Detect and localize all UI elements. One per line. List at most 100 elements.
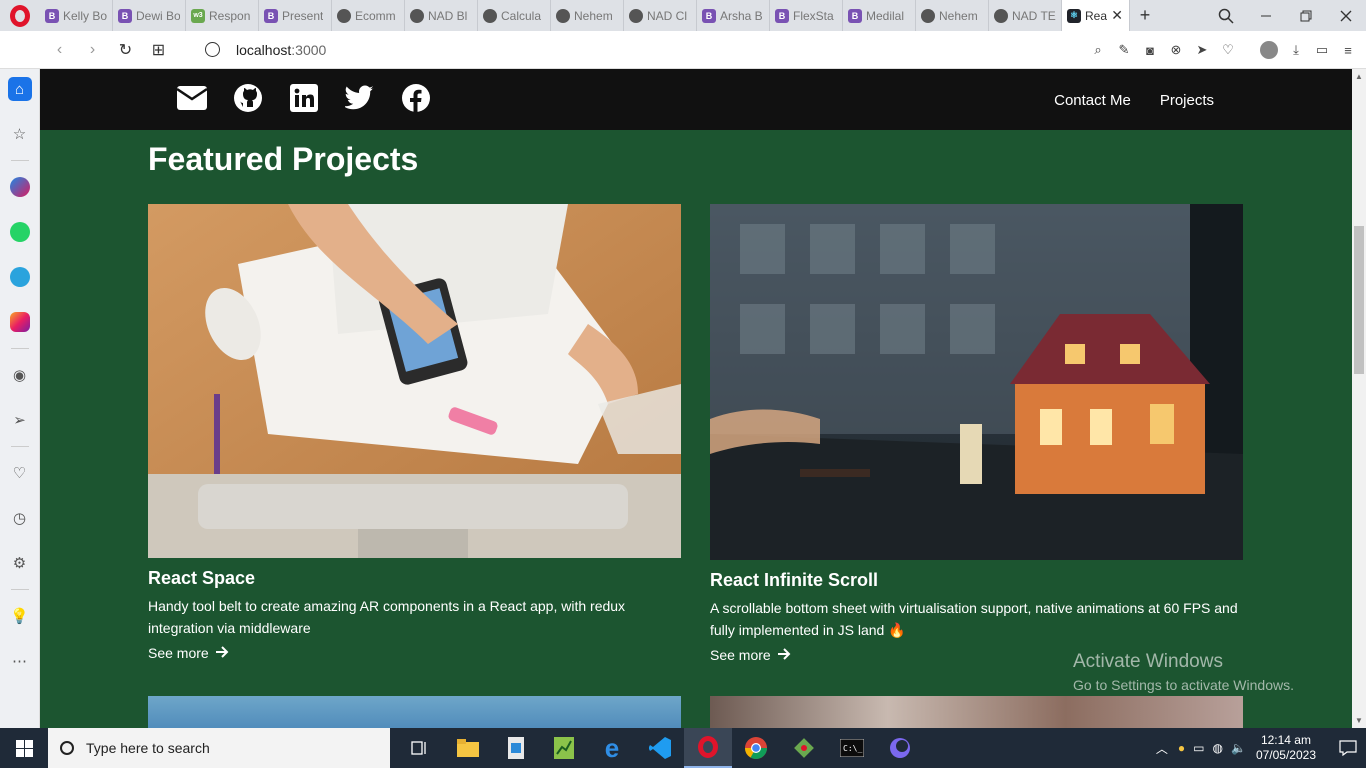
close-tab-icon[interactable]: ✕: [1111, 7, 1123, 24]
tab-grid-icon[interactable]: ⊞: [142, 40, 175, 60]
edit-icon[interactable]: ✎: [1116, 42, 1132, 58]
easy-setup-icon[interactable]: ≡: [1340, 42, 1356, 58]
pinboard-heart-icon[interactable]: ♡: [8, 461, 32, 485]
messenger-icon[interactable]: [8, 175, 32, 199]
project-image[interactable]: [710, 696, 1243, 728]
notification-icon[interactable]: [1330, 740, 1366, 756]
browser-tab[interactable]: B Kelly Bo: [40, 0, 113, 31]
volume-icon[interactable]: 🔈: [1231, 741, 1246, 755]
instagram-icon[interactable]: [8, 310, 32, 334]
browser-tab[interactable]: B Present: [259, 0, 332, 31]
email-icon[interactable]: [177, 83, 207, 113]
scroll-down-icon[interactable]: ▼: [1355, 716, 1363, 725]
linkedin-icon[interactable]: [289, 83, 319, 113]
activate-windows-watermark: Activate Windows Go to Settings to activ…: [1073, 651, 1294, 693]
heart-icon[interactable]: ♡: [1220, 42, 1236, 58]
scroll-up-icon[interactable]: ▲: [1355, 72, 1363, 81]
github-icon[interactable]: [233, 83, 263, 113]
back-icon[interactable]: ‹: [43, 41, 76, 59]
browser-tab[interactable]: B Arsha B: [697, 0, 770, 31]
tab-title: Nehem: [574, 8, 613, 23]
terminal-icon[interactable]: C:\_: [828, 728, 876, 768]
camera-icon[interactable]: ◙: [1142, 42, 1158, 58]
site-info-icon[interactable]: [205, 42, 220, 57]
url-field[interactable]: localhost:3000: [205, 42, 326, 58]
telegram-icon[interactable]: [8, 265, 32, 289]
file-explorer-icon[interactable]: [444, 728, 492, 768]
active-browser-tab[interactable]: ⚛ Rea ✕: [1062, 0, 1130, 31]
chrome-icon[interactable]: [732, 728, 780, 768]
more-options-icon[interactable]: ⋯: [8, 649, 32, 673]
settings-gear-icon[interactable]: ⚙: [8, 551, 32, 575]
history-icon[interactable]: ◷: [8, 506, 32, 530]
taskbar-search-input[interactable]: Type here to search: [48, 728, 390, 768]
windows-start-icon[interactable]: [0, 728, 48, 768]
reload-icon[interactable]: ↻: [109, 40, 142, 60]
browser-tab[interactable]: Calcula: [478, 0, 551, 31]
task-view-icon[interactable]: [396, 728, 444, 768]
browser-tab[interactable]: B Dewi Bo: [113, 0, 186, 31]
tray-app-icon[interactable]: ●: [1178, 741, 1185, 755]
battery-icon[interactable]: ▭: [1314, 42, 1330, 58]
twitter-icon[interactable]: [345, 83, 375, 113]
minimize-window-icon[interactable]: [1246, 0, 1286, 31]
browser-tab[interactable]: B Medilal: [843, 0, 916, 31]
project-image[interactable]: [148, 696, 681, 728]
project-image[interactable]: [710, 204, 1243, 560]
notes-app-icon[interactable]: [492, 728, 540, 768]
browser-tab[interactable]: NAD Bl: [405, 0, 478, 31]
git-tool-icon[interactable]: [780, 728, 828, 768]
home-icon[interactable]: ⌂: [7, 77, 32, 101]
globe-favicon-icon: [556, 8, 570, 23]
see-more-link[interactable]: See more: [148, 645, 681, 661]
tab-favicon-icon: B: [264, 8, 278, 23]
new-tab-button[interactable]: +: [1130, 0, 1160, 31]
nav-link-projects[interactable]: Projects: [1160, 92, 1214, 109]
nav-link-contact[interactable]: Contact Me: [1054, 92, 1131, 109]
network-globe-icon[interactable]: ◍: [1213, 741, 1223, 755]
address-bar: ‹ › ↻ ⊞ localhost:3000 ⌕ ✎ ◙ ⊗ ➤ ♡ ⤓ ▭ ≡: [0, 31, 1366, 69]
browser-tab[interactable]: B FlexSta: [770, 0, 843, 31]
search-icon: [60, 741, 74, 755]
clock[interactable]: 12:14 am 07/05/2023: [1256, 733, 1316, 763]
browser-tab[interactable]: Nehem: [551, 0, 624, 31]
vscode-icon[interactable]: [636, 728, 684, 768]
react-favicon-icon: ⚛: [1067, 8, 1081, 23]
opera-taskbar-icon[interactable]: [684, 728, 732, 768]
browser-tab[interactable]: Nehem: [916, 0, 989, 31]
flow-icon[interactable]: ➢: [8, 408, 32, 432]
player-icon[interactable]: ◉: [8, 363, 32, 387]
spreadsheet-app-icon[interactable]: [540, 728, 588, 768]
tray-expand-icon[interactable]: ︿: [1156, 740, 1168, 757]
profile-avatar[interactable]: [1260, 41, 1278, 59]
browser-tab[interactable]: NAD TE: [989, 0, 1062, 31]
whatsapp-icon[interactable]: [8, 220, 32, 244]
tab-title: Nehem: [939, 8, 978, 23]
facebook-icon[interactable]: [401, 83, 431, 113]
adblock-icon[interactable]: ⊗: [1168, 42, 1184, 58]
tab-title: NAD TE: [1012, 8, 1056, 23]
send-icon[interactable]: ➤: [1194, 42, 1210, 58]
clock-time: 12:14 am: [1260, 733, 1311, 747]
opera-menu-button[interactable]: [0, 0, 40, 31]
edge-browser-icon[interactable]: e: [588, 728, 636, 768]
browser-tab[interactable]: Ecomm: [332, 0, 405, 31]
scroll-thumb[interactable]: [1354, 226, 1364, 374]
project-title[interactable]: React Space: [148, 568, 681, 589]
browser-tab[interactable]: NAD Cl: [624, 0, 697, 31]
browser-tab[interactable]: w3 Respon: [186, 0, 259, 31]
tips-lightbulb-icon[interactable]: 💡: [8, 604, 32, 628]
project-title[interactable]: React Infinite Scroll: [710, 570, 1243, 591]
close-window-icon[interactable]: [1326, 0, 1366, 31]
forward-icon[interactable]: ›: [76, 41, 109, 59]
sidebar-divider: [10, 589, 29, 590]
project-image[interactable]: [148, 204, 681, 558]
page-search-icon[interactable]: ⌕: [1090, 42, 1106, 58]
app-circle-icon[interactable]: [876, 728, 924, 768]
restore-window-icon[interactable]: [1286, 0, 1326, 31]
page-scrollbar[interactable]: ▲ ▼: [1352, 69, 1366, 728]
download-icon[interactable]: ⤓: [1288, 42, 1304, 58]
battery-tray-icon[interactable]: ▭: [1193, 741, 1204, 755]
bookmarks-icon[interactable]: ☆: [8, 122, 32, 146]
search-tabs-icon[interactable]: [1206, 0, 1246, 31]
